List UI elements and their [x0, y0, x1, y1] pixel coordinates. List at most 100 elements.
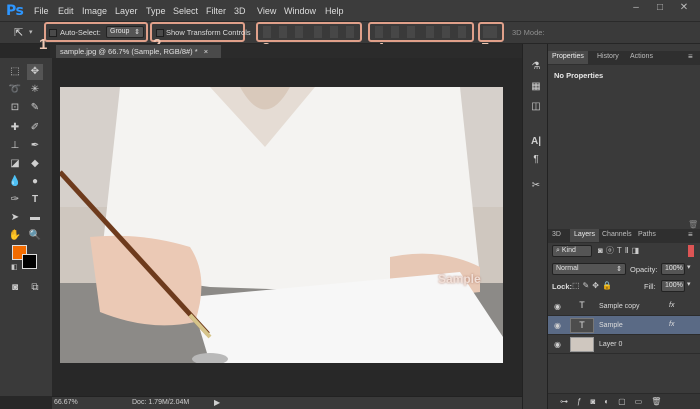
eraser-tool-icon[interactable]: ◪: [7, 156, 23, 172]
layer-name[interactable]: Layer 0: [599, 341, 622, 348]
layer-name[interactable]: Sample copy: [599, 303, 639, 310]
auto-select-checkbox[interactable]: [49, 29, 57, 37]
brush-tool-icon[interactable]: ✐: [27, 120, 43, 136]
history-brush-tool-icon[interactable]: ✒: [27, 138, 43, 154]
menu-help[interactable]: Help: [325, 6, 344, 16]
visibility-eye-icon[interactable]: ◉: [554, 302, 563, 311]
lasso-tool-icon[interactable]: ➰: [7, 82, 23, 98]
document-canvas[interactable]: Sample: [60, 87, 503, 363]
layer-row[interactable]: ◉ T Sample copy fx: [548, 297, 700, 316]
align-vertical-centers-button[interactable]: [279, 26, 287, 38]
marquee-tool-icon[interactable]: ⬚: [7, 64, 23, 80]
rectangle-tool-icon[interactable]: ▬: [27, 210, 43, 226]
visibility-eye-icon[interactable]: ◉: [554, 340, 563, 349]
tool-presets-icon[interactable]: ✂: [528, 180, 544, 194]
blur-tool-icon[interactable]: 💧: [7, 174, 23, 190]
filter-toggle[interactable]: [688, 245, 694, 257]
type-tool-icon[interactable]: T: [27, 192, 43, 208]
tab-actions[interactable]: Actions: [626, 51, 657, 64]
tool-preset-chevron-icon[interactable]: ▾: [29, 28, 33, 36]
menu-select[interactable]: Select: [173, 6, 198, 16]
menu-layer[interactable]: Layer: [115, 6, 138, 16]
align-left-edges-button[interactable]: [314, 26, 322, 38]
layer-filter-icons[interactable]: ◙ⓞTⅡ◨: [598, 245, 642, 256]
layers-footer-buttons[interactable]: ⊶ƒ◙◐▢▭🗑: [548, 393, 700, 409]
tab-close-icon[interactable]: ×: [204, 47, 208, 56]
eyedropper-tool-icon[interactable]: ✎: [27, 100, 43, 116]
menu-window[interactable]: Window: [284, 6, 316, 16]
menu-edit[interactable]: Edit: [58, 6, 74, 16]
path-selection-tool-icon[interactable]: ➤: [7, 210, 23, 226]
layers-menu-icon[interactable]: ≡: [688, 230, 693, 239]
panel-menu-icon[interactable]: ≡: [688, 52, 693, 61]
minimize-icon[interactable]: –: [628, 2, 644, 16]
move-tool-icon[interactable]: ✥: [27, 64, 43, 80]
menu-image[interactable]: Image: [82, 6, 107, 16]
trash-icon[interactable]: 🗑: [688, 220, 698, 229]
align-bottom-edges-button[interactable]: [295, 26, 303, 38]
menu-file[interactable]: File: [34, 6, 49, 16]
close-icon[interactable]: ✕: [676, 2, 692, 16]
blend-mode-dropdown[interactable]: Normal ⇕: [552, 263, 626, 275]
tab-history[interactable]: History: [593, 51, 623, 64]
swatches-icon[interactable]: ▦: [528, 81, 544, 95]
layer-name[interactable]: Sample: [599, 322, 623, 329]
fx-icon[interactable]: fx: [669, 321, 674, 328]
brush-preset-icon[interactable]: ⚗: [528, 61, 544, 75]
distribute-left-button[interactable]: [426, 26, 434, 38]
quick-mask-icon[interactable]: ◙: [7, 280, 23, 296]
fill-field[interactable]: 100%: [661, 280, 685, 292]
menu-filter[interactable]: Filter: [206, 6, 226, 16]
move-tool-icon[interactable]: ⇱: [14, 26, 23, 39]
menu-type[interactable]: Type: [146, 6, 166, 16]
opacity-field[interactable]: 100%: [661, 263, 685, 275]
magic-wand-tool-icon[interactable]: ✳: [27, 82, 43, 98]
hand-tool-icon[interactable]: ✋: [7, 228, 23, 244]
adjustments-icon[interactable]: ◫: [528, 101, 544, 115]
zoom-level[interactable]: 66.67%: [54, 399, 78, 406]
pen-tool-icon[interactable]: ✑: [7, 192, 23, 208]
maximize-icon[interactable]: □: [652, 2, 668, 16]
align-horizontal-centers-button[interactable]: [330, 26, 338, 38]
tab-3d[interactable]: 3D: [548, 229, 565, 242]
distribute-vcenter-button[interactable]: [391, 26, 399, 38]
tab-channels[interactable]: Channels: [598, 229, 636, 242]
crop-tool-icon[interactable]: ⊡: [7, 100, 23, 116]
fill-arrow-icon[interactable]: ▾: [687, 280, 691, 288]
zoom-tool-icon[interactable]: 🔍: [27, 228, 43, 244]
layer-row[interactable]: ◉ Layer 0: [548, 335, 700, 354]
distribute-right-button[interactable]: [458, 26, 466, 38]
layer-row-selected[interactable]: ◉ T Sample fx: [548, 316, 700, 335]
paint-bucket-tool-icon[interactable]: ◆: [27, 156, 43, 172]
auto-select-label: Auto-Select:: [60, 28, 101, 37]
opacity-arrow-icon[interactable]: ▾: [687, 263, 691, 271]
align-right-edges-button[interactable]: [346, 26, 354, 38]
auto-select-dropdown[interactable]: Group ⇕: [106, 26, 144, 38]
distribute-bottom-button[interactable]: [407, 26, 415, 38]
callout-number-1: 1: [39, 36, 48, 53]
visibility-eye-icon[interactable]: ◉: [554, 321, 563, 330]
tab-properties[interactable]: Properties: [548, 51, 588, 64]
clone-stamp-tool-icon[interactable]: ⊥: [7, 138, 23, 154]
character-panel-icon[interactable]: A|: [528, 136, 544, 150]
menu-3d[interactable]: 3D: [234, 6, 246, 16]
distribute-hcenter-button[interactable]: [442, 26, 450, 38]
menu-view[interactable]: View: [257, 6, 276, 16]
tab-paths[interactable]: Paths: [634, 229, 660, 242]
tab-layers[interactable]: Layers: [570, 229, 600, 242]
healing-brush-tool-icon[interactable]: ✚: [7, 120, 23, 136]
fx-icon[interactable]: fx: [669, 302, 674, 309]
background-color-swatch[interactable]: [22, 254, 37, 269]
screen-mode-icon[interactable]: ⧉: [27, 280, 43, 296]
fill-label: Fill:: [644, 282, 656, 291]
status-menu-arrow-icon[interactable]: ▶: [214, 398, 220, 407]
paragraph-panel-icon[interactable]: ¶: [528, 154, 544, 168]
auto-align-layers-button[interactable]: [483, 26, 497, 38]
align-top-edges-button[interactable]: [263, 26, 271, 38]
lock-icons[interactable]: ⬚✎✥🔒: [572, 281, 615, 290]
document-tab[interactable]: sample.jpg @ 66.7% (Sample, RGB/8#) * ×: [56, 45, 221, 58]
default-colors-icon[interactable]: ◧: [11, 263, 18, 271]
dodge-tool-icon[interactable]: ●: [27, 174, 43, 190]
filter-kind-dropdown[interactable]: ⌕ Kind: [552, 245, 592, 257]
distribute-top-button[interactable]: [375, 26, 383, 38]
